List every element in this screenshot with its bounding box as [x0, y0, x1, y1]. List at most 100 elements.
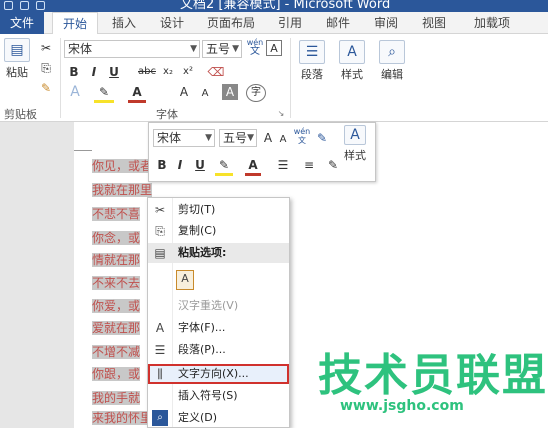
styles-label: 样式 [341, 68, 363, 81]
mini-bold-button[interactable]: B [155, 157, 169, 173]
doc-line-text: 我的手就 [92, 391, 141, 405]
doc-line[interactable]: 不悲不喜 [92, 204, 141, 224]
italic-button[interactable]: I [86, 64, 102, 80]
chevron-down-icon: ▼ [247, 133, 254, 143]
paste-option-keep-text[interactable]: A [148, 264, 289, 294]
superscript-button[interactable]: x² [180, 64, 196, 80]
mini-style-icon[interactable]: ✎ [325, 157, 341, 173]
tab-mailings[interactable]: 邮件 [318, 12, 358, 34]
font-shrink-button[interactable]: A [198, 86, 212, 102]
mini-underline-button[interactable]: U [193, 157, 207, 173]
styles-button[interactable]: A 样式 [334, 40, 370, 82]
subscript-button[interactable]: x₂ [160, 64, 176, 80]
tab-layout[interactable]: 页面布局 [200, 12, 262, 34]
font-name-select[interactable]: 宋体 ▼ [64, 40, 200, 58]
save-icon[interactable] [20, 1, 29, 10]
menu-item-text-direction[interactable]: ⫼ 文字方向(X)... [148, 364, 289, 384]
doc-line[interactable]: 来我的怀里 [92, 408, 153, 428]
chevron-down-icon: ▼ [205, 133, 212, 143]
copy-icon: ⎘ [155, 224, 165, 238]
doc-line[interactable]: 你念，或 [92, 228, 141, 248]
cut-icon[interactable]: ✂ [38, 40, 54, 56]
menu-item-define[interactable]: ⌕ 定义(D) [148, 408, 289, 428]
clear-format-icon[interactable]: ⌫ [206, 64, 226, 80]
mini-shrink-font-icon[interactable]: A [277, 132, 289, 148]
character-border-icon[interactable]: A [266, 40, 282, 56]
mini-numbering-icon[interactable]: ≡ [301, 157, 317, 173]
tab-design[interactable]: 设计 [152, 12, 192, 34]
mini-font-size-select[interactable]: 五号 ▼ [219, 129, 257, 147]
mini-font-color-icon[interactable]: A [245, 157, 261, 176]
menu-item-label: 汉字重选(V) [178, 299, 239, 312]
menu-item-label: 插入符号(S) [178, 389, 238, 402]
menu-item-font[interactable]: A 字体(F)... [148, 318, 289, 338]
highlight-icon[interactable]: ✎ [94, 84, 114, 103]
copy-icon[interactable]: ⎘ [38, 60, 54, 76]
paragraph-label: 段落 [301, 68, 323, 81]
mini-toolbar: 宋体 ▼ 五号 ▼ A A wén 文 ✎ A 样式 B I U ✎ A ☰ ≡ ✎ [148, 122, 376, 182]
menu-item-cut[interactable]: ✂ 剪切(T) [148, 200, 289, 220]
doc-line[interactable]: 你爱，或 [92, 296, 141, 316]
doc-line-text: 你念，或 [92, 231, 141, 245]
tab-view[interactable]: 视图 [414, 12, 454, 34]
phonetic-guide-button[interactable]: wén 文 [246, 38, 264, 57]
ribbon-tabs: 文件 开始 插入 设计 页面布局 引用 邮件 审阅 视图 加载项 [0, 12, 548, 35]
bold-button[interactable]: B [66, 64, 82, 80]
mini-italic-button[interactable]: I [173, 157, 187, 173]
tab-addins[interactable]: 加载项 [464, 12, 520, 34]
doc-line[interactable]: 不来不去 [92, 273, 141, 293]
tab-file[interactable]: 文件 [0, 12, 44, 34]
font-grow-button[interactable]: A [176, 84, 192, 100]
font-size-select[interactable]: 五号 ▼ [202, 40, 242, 58]
mini-font-name-select[interactable]: 宋体 ▼ [153, 129, 215, 147]
margin-marker [74, 150, 92, 151]
define-icon: ⌕ [152, 410, 168, 426]
paste-button[interactable]: ▤ 粘贴 [2, 38, 32, 80]
enclose-characters-icon[interactable]: 字 [246, 84, 266, 102]
mini-format-painter-icon[interactable]: ✎ [315, 130, 329, 146]
mini-phonetic-icon[interactable]: wén 文 [293, 127, 311, 145]
word-icon [4, 1, 13, 10]
mini-grow-font-icon[interactable]: A [261, 130, 275, 146]
doc-line[interactable]: 我就在那里 [92, 180, 153, 200]
doc-line-text: 不增不减 [92, 345, 141, 359]
mini-bullets-icon[interactable]: ☰ [275, 157, 291, 173]
font-group-label: 字体 [156, 108, 178, 121]
doc-line[interactable]: 我的手就 [92, 388, 141, 408]
underline-button[interactable]: U [106, 64, 122, 80]
window-title: 文档2 [兼容模式] - Microsoft Word [180, 0, 391, 12]
mini-styles-button[interactable]: A 样式 [339, 125, 371, 163]
tab-review[interactable]: 审阅 [366, 12, 406, 34]
doc-line-text: 你见，或者 [92, 159, 153, 173]
menu-item-copy[interactable]: ⎘ 复制(C) [148, 221, 289, 241]
undo-icon[interactable] [36, 1, 45, 10]
text-effects-icon[interactable]: A [66, 84, 84, 100]
watermark-url: www.jsgho.com [340, 398, 464, 414]
tab-references[interactable]: 引用 [270, 12, 310, 34]
doc-line[interactable]: 爱就在那 [92, 318, 141, 338]
mini-highlight-icon[interactable]: ✎ [215, 157, 233, 176]
menu-item-insert-symbol[interactable]: 插入符号(S) [148, 386, 289, 406]
menu-item-label: 剪切(T) [178, 203, 216, 216]
scissors-icon: ✂ [154, 203, 166, 217]
paragraph-button[interactable]: ☰ 段落 [294, 40, 330, 82]
doc-line[interactable]: 你跟，或 [92, 364, 141, 384]
watermark: 技术员联盟 www.jsgho.com [318, 352, 548, 415]
divider [290, 38, 291, 118]
font-color-icon[interactable]: A [128, 84, 146, 103]
doc-line[interactable]: 情就在那 [92, 250, 141, 270]
tab-insert[interactable]: 插入 [104, 12, 144, 34]
doc-line[interactable]: 不增不减 [92, 342, 141, 362]
character-shading-icon[interactable]: A [222, 84, 238, 100]
menu-item-label: 复制(C) [178, 224, 217, 237]
format-painter-icon[interactable]: ✎ [38, 80, 54, 96]
menu-item-label: 文字方向(X)... [178, 367, 249, 380]
styles-icon: A [344, 125, 366, 145]
font-dialog-launcher-icon[interactable]: ↘ [276, 106, 286, 122]
tab-home[interactable]: 开始 [52, 12, 98, 35]
doc-line[interactable]: 你见，或者 [92, 156, 153, 176]
menu-item-paragraph[interactable]: ☰ 段落(P)... [148, 340, 289, 360]
strikethrough-button[interactable]: abc [136, 64, 158, 80]
editing-button[interactable]: ⌕ 编辑 [374, 40, 410, 82]
mini-font-name-value: 宋体 [157, 131, 182, 145]
